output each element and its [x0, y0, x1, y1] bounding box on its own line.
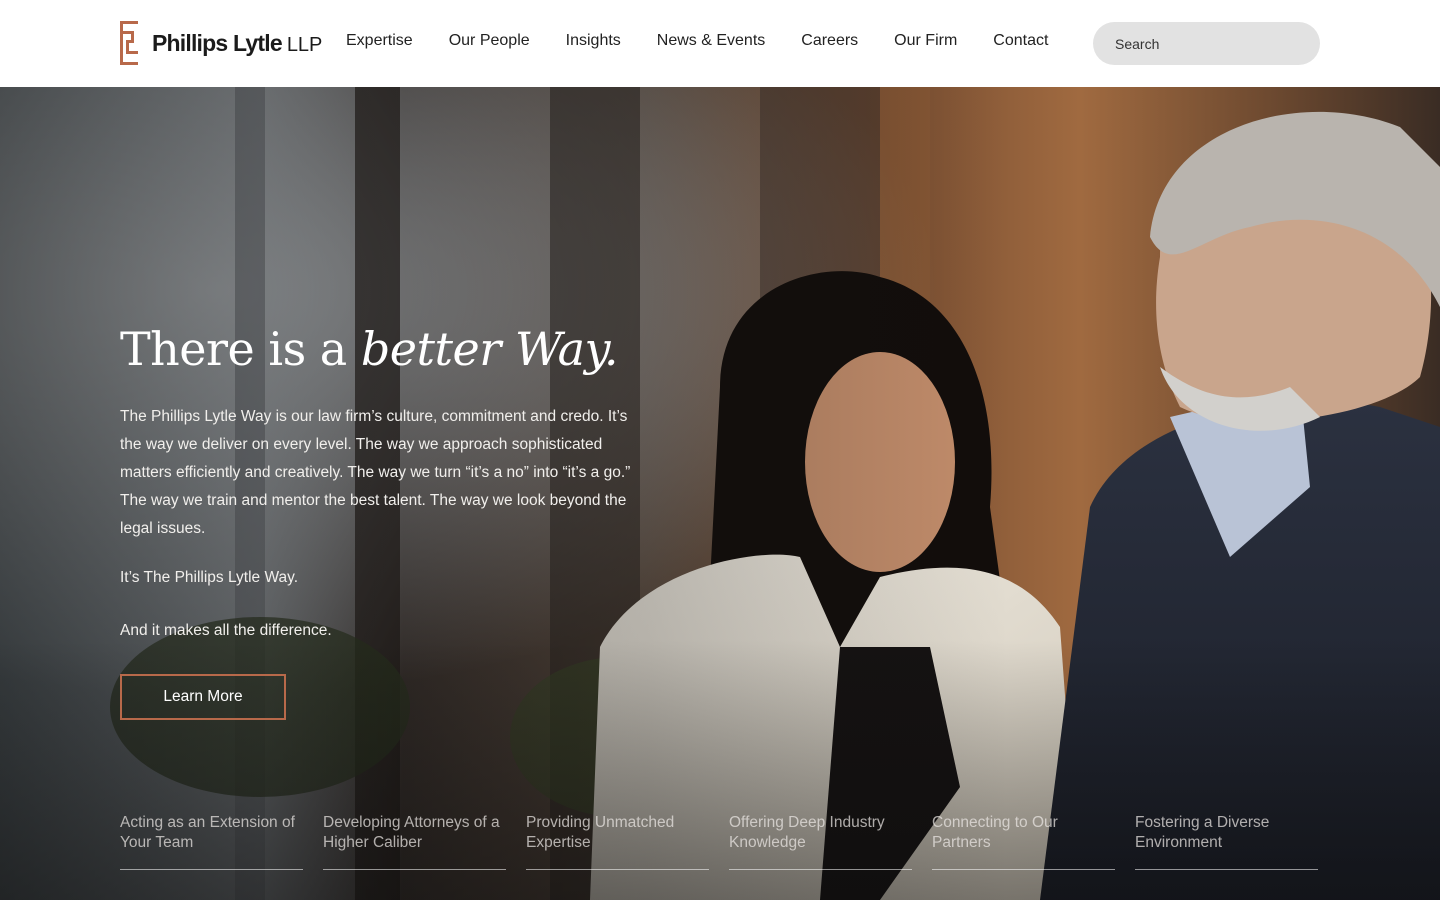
learn-more-button[interactable]: Learn More	[120, 674, 286, 720]
site-logo[interactable]: Phillips Lytle LLP	[120, 21, 322, 65]
hero-headline-emphasis: better Way.	[360, 322, 619, 376]
main-nav: Expertise Our People Insights News & Eve…	[346, 32, 1084, 50]
pillar-item[interactable]: Connecting to Our Partners	[932, 813, 1115, 870]
pillar-item[interactable]: Acting as an Extension of Your Team	[120, 813, 303, 870]
nav-item-news-events[interactable]: News & Events	[657, 32, 765, 50]
nav-item-our-firm[interactable]: Our Firm	[894, 32, 957, 50]
nav-item-contact[interactable]: Contact	[993, 32, 1048, 50]
logo-wordmark: Phillips Lytle LLP	[152, 30, 322, 57]
pillar-label: Offering Deep Industry Knowledge	[729, 814, 885, 851]
pillars-list: Acting as an Extension of Your Team Deve…	[120, 813, 1318, 870]
hero-section: There is a better Way. The Phillips Lytl…	[0, 87, 1440, 900]
logo-name: Phillips Lytle	[152, 29, 283, 56]
search-box	[1093, 22, 1320, 65]
pillar-item[interactable]: Offering Deep Industry Knowledge	[729, 813, 912, 870]
nav-item-insights[interactable]: Insights	[566, 32, 621, 50]
pillar-item[interactable]: Fostering a Diverse Environment	[1135, 813, 1318, 870]
pillar-label: Acting as an Extension of Your Team	[120, 814, 295, 851]
hero-headline-prefix: There is a	[120, 322, 361, 376]
pillar-label: Connecting to Our Partners	[932, 814, 1058, 851]
hero-body: The Phillips Lytle Way is our law firm’s…	[120, 408, 631, 537]
search-input[interactable]	[1115, 35, 1295, 52]
nav-item-expertise[interactable]: Expertise	[346, 32, 413, 50]
logo-suffix: LLP	[286, 33, 323, 56]
nav-item-our-people[interactable]: Our People	[449, 32, 530, 50]
pillar-label: Developing Attorneys of a Higher Caliber	[323, 814, 500, 851]
hero-headline: There is a better Way.	[120, 322, 619, 376]
hero-closing: And it makes all the difference.	[120, 622, 332, 639]
pillar-item[interactable]: Developing Attorneys of a Higher Caliber	[323, 813, 506, 870]
pillar-label: Providing Unmatched Expertise	[526, 814, 675, 851]
pillar-item[interactable]: Providing Unmatched Expertise	[526, 813, 709, 870]
site-header: Phillips Lytle LLP Expertise Our People I…	[0, 0, 1440, 87]
pillar-label: Fostering a Diverse Environment	[1135, 814, 1270, 851]
nav-item-careers[interactable]: Careers	[801, 32, 858, 50]
hero-tagline: It’s The Phillips Lytle Way.	[120, 569, 299, 586]
logo-mark-icon	[120, 21, 138, 65]
